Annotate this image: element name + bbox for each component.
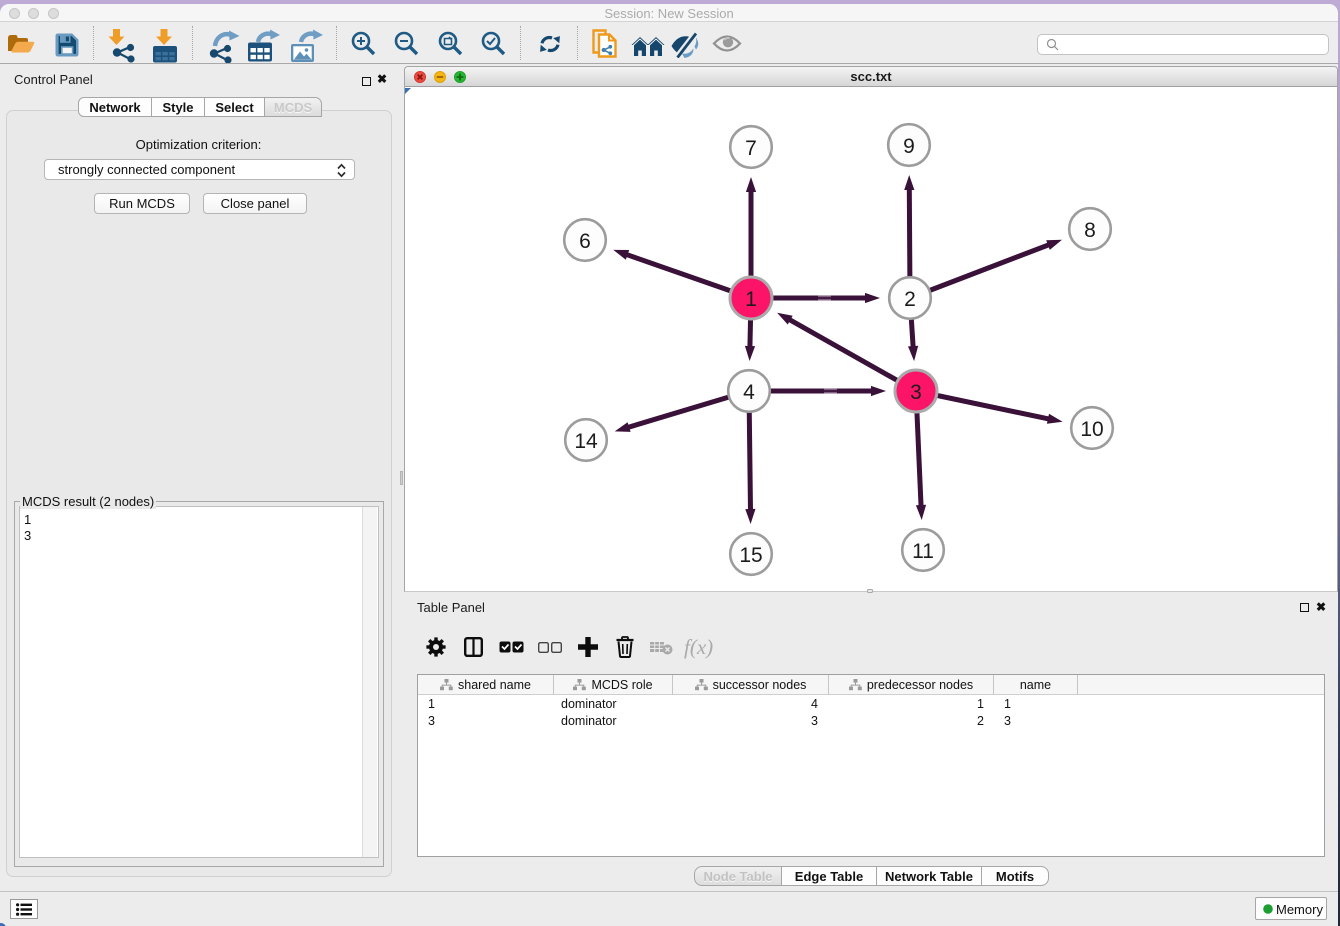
svg-text:14: 14 bbox=[574, 430, 598, 453]
svg-text:10: 10 bbox=[1080, 418, 1103, 441]
svg-text:8: 8 bbox=[1084, 219, 1096, 242]
svg-text:3: 3 bbox=[910, 381, 922, 404]
svg-text:7: 7 bbox=[745, 137, 757, 160]
svg-text:15: 15 bbox=[739, 544, 762, 567]
svg-text:9: 9 bbox=[903, 135, 915, 158]
svg-text:6: 6 bbox=[579, 230, 591, 253]
svg-text:4: 4 bbox=[743, 381, 755, 404]
svg-text:11: 11 bbox=[912, 540, 934, 563]
svg-text:2: 2 bbox=[904, 288, 916, 311]
svg-text:1: 1 bbox=[745, 288, 757, 311]
